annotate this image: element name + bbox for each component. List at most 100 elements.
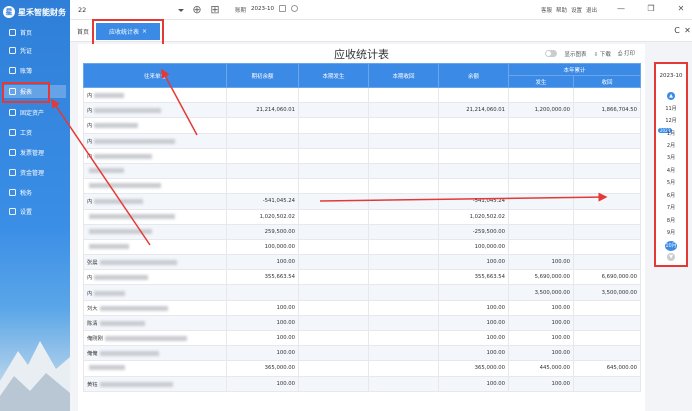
- sidebar-item-voucher[interactable]: 凭证: [4, 44, 66, 57]
- sidebar-item-home[interactable]: 首页: [4, 26, 66, 39]
- close-icon[interactable]: ✕: [676, 4, 686, 14]
- period-value[interactable]: 2023-10: [251, 6, 274, 12]
- cell-received: [368, 147, 439, 164]
- cell-y_inc: [508, 147, 574, 164]
- chart-toggle[interactable]: [545, 50, 558, 57]
- table-row[interactable]: 1,020,502.02 1,020,502.02: [83, 208, 642, 225]
- add-icon[interactable]: ⊕: [191, 4, 203, 16]
- month-item[interactable]: 4月: [656, 167, 686, 174]
- table-row[interactable]: 内 -541,045.24 -541,045.24: [83, 193, 642, 210]
- cell-opening: 355,663.54: [226, 269, 299, 286]
- table-row[interactable]: 俺刚刚 100.00 100.00 100.00: [83, 329, 642, 347]
- account-select[interactable]: 22: [76, 4, 186, 16]
- mountain-illustration: [0, 341, 70, 411]
- month-item[interactable]: 11月: [656, 105, 686, 112]
- table-row[interactable]: 内: [83, 117, 642, 134]
- table-row[interactable]: 内: [83, 147, 642, 164]
- restore-icon[interactable]: ❐: [646, 4, 656, 14]
- sidebar-item-invoice[interactable]: 发票管理: [4, 146, 66, 159]
- month-item[interactable]: 2月: [656, 142, 686, 149]
- cell-name: 内: [83, 102, 227, 119]
- cell-y_inc: [508, 223, 574, 240]
- sidebar-item-settings[interactable]: 设置: [4, 205, 66, 218]
- cell-opening: 1,020,502.02: [226, 208, 299, 225]
- cell-name: [83, 223, 227, 240]
- tab-close-all-icon[interactable]: ✕: [683, 25, 692, 37]
- col-header-year-incurred[interactable]: 发生: [508, 75, 574, 88]
- table-row[interactable]: 张晨 100.00 100.00 100.00: [83, 254, 642, 271]
- sidebar-item-fixed-assets[interactable]: 固定资产: [4, 106, 66, 119]
- link-help[interactable]: 帮助: [556, 6, 567, 14]
- chevron-down-icon: [178, 8, 184, 12]
- cell-y_rec: [572, 193, 642, 210]
- table-row[interactable]: 陈清 100.00 100.00 100.00: [83, 314, 642, 332]
- month-item[interactable]: 1月: [656, 130, 686, 137]
- sidebar-item-reports[interactable]: 报表: [4, 85, 66, 98]
- cell-received: [368, 360, 439, 377]
- app-logo: 星 星禾智能财务: [3, 6, 66, 18]
- month-item[interactable]: 5月: [656, 179, 686, 186]
- refresh-icon[interactable]: [291, 5, 298, 12]
- sidebar-item-payroll[interactable]: 工资: [4, 126, 66, 139]
- minimize-icon[interactable]: —: [616, 4, 626, 14]
- month-item[interactable]: 8月: [656, 217, 686, 224]
- cell-name: [83, 162, 227, 180]
- table-row[interactable]: 俺俺 100.00 100.00 100.00: [83, 345, 642, 362]
- col-header-received[interactable]: 本期收回: [368, 63, 439, 88]
- table-row[interactable]: 内 3,500,000.00 3,500,000.00: [83, 284, 642, 301]
- col-header-year-received[interactable]: 收回: [572, 75, 642, 88]
- col-header-opening[interactable]: 期初余额: [226, 63, 299, 88]
- redacted-text: [94, 275, 149, 281]
- sidebar-item-tax[interactable]: 税务: [4, 186, 66, 199]
- table-row[interactable]: 黄钰 100.00 100.00 100.00: [83, 375, 642, 392]
- table-row[interactable]: [83, 162, 642, 180]
- chevron-up-icon[interactable]: ▲: [667, 92, 675, 100]
- calendar-icon[interactable]: [279, 5, 286, 12]
- table-row[interactable]: 365,000.00 365,000.00 445,000.00 645,000.00: [83, 360, 642, 377]
- account-select-value: 22: [78, 6, 87, 14]
- col-header-incurred[interactable]: 本期发生: [298, 63, 369, 88]
- link-logout[interactable]: 退出: [586, 6, 597, 14]
- redacted-text: [94, 290, 126, 296]
- col-header-name[interactable]: 往来单位: [83, 63, 227, 88]
- print-button[interactable]: ⎙ 打印: [618, 49, 635, 58]
- link-service[interactable]: 客服: [541, 6, 552, 14]
- redacted-text: [89, 243, 129, 249]
- table-row[interactable]: 100,000.00 100,000.00: [83, 238, 642, 256]
- cell-received: [368, 132, 439, 149]
- cell-balance: 100.00: [438, 254, 509, 271]
- grid-icon[interactable]: ⊞: [209, 4, 221, 16]
- table-row[interactable]: [83, 178, 642, 195]
- tab-refresh-icon[interactable]: C: [671, 25, 683, 37]
- cell-y_rec: [572, 147, 642, 164]
- table-row[interactable]: 259,500.00 -259,500.00: [83, 223, 642, 240]
- month-item-selected[interactable]: 10月: [665, 241, 677, 251]
- cell-y_rec: [572, 208, 642, 225]
- link-settings[interactable]: 设置: [571, 6, 582, 14]
- table-row[interactable]: 内: [83, 86, 642, 104]
- cell-y_rec: [572, 345, 642, 362]
- chevron-down-icon[interactable]: ▼: [667, 253, 675, 261]
- download-button[interactable]: ⇩ 下载: [593, 50, 610, 58]
- month-item[interactable]: 6月: [656, 192, 686, 199]
- col-header-balance[interactable]: 余额: [438, 63, 509, 88]
- sidebar-item-ledger[interactable]: 账簿: [4, 64, 66, 77]
- month-item[interactable]: 7月: [656, 204, 686, 211]
- cell-balance: [438, 284, 509, 301]
- table-row[interactable]: 内 355,663.54 355,663.54 5,690,000.00 6,690,0…: [83, 269, 642, 286]
- tab-home[interactable]: 首页: [77, 27, 89, 36]
- cell-received: [368, 178, 439, 195]
- invoice-icon: [9, 149, 16, 156]
- month-item[interactable]: 9月: [656, 229, 686, 236]
- month-item[interactable]: 12月: [656, 117, 686, 124]
- table-row[interactable]: 内 21,214,060.01 21,214,060.01 1,200,000.00 1…: [83, 102, 642, 119]
- sidebar-item-funds[interactable]: 资金管理: [4, 166, 66, 179]
- cell-y_rec: [572, 132, 642, 149]
- cell-name: [83, 208, 227, 225]
- cell-balance: [438, 147, 509, 164]
- table-row[interactable]: 内: [83, 132, 642, 149]
- cell-y_rec: 645,000.00: [572, 360, 642, 377]
- table-row[interactable]: 刘大 100.00 100.00 100.00: [83, 299, 642, 316]
- month-item[interactable]: 3月: [656, 154, 686, 161]
- cell-name: 刘大: [83, 299, 227, 316]
